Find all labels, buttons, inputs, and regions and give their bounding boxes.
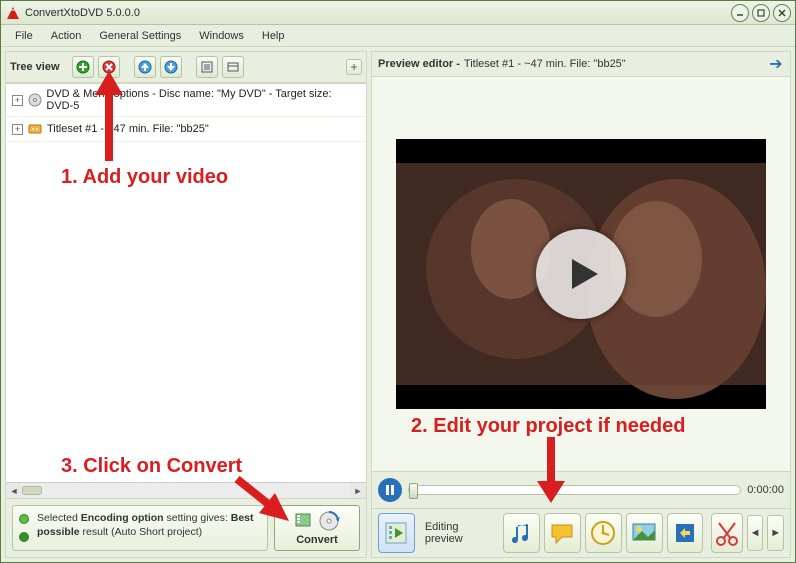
seek-slider[interactable] <box>408 485 741 495</box>
menubar: File Action General Settings Windows Hel… <box>1 25 795 47</box>
tree-view-label: Tree view <box>10 61 60 73</box>
move-up-button[interactable] <box>134 56 156 78</box>
edit-tabs-bar: Editing preview <box>372 508 790 557</box>
preview-area <box>372 77 790 471</box>
expander-icon[interactable]: + <box>12 95 23 106</box>
titlebar: ConvertXtoDVD 5.0.0.0 <box>1 1 795 25</box>
view-details-button[interactable] <box>222 56 244 78</box>
tree-row[interactable]: + DVD & Menu options - Disc name: "My DV… <box>6 84 366 117</box>
playback-controls: 0:00:00 <box>372 471 790 508</box>
add-button[interactable] <box>72 56 94 78</box>
maximize-button[interactable] <box>752 4 770 22</box>
menu-file[interactable]: File <box>7 28 41 44</box>
chapters-tab[interactable] <box>585 513 622 553</box>
image-settings-tab[interactable] <box>626 513 663 553</box>
tree-row-text: Titleset #1 - ~47 min. File: "bb25" <box>47 123 209 135</box>
preview-file-name: Titleset #1 - ~47 min. File: "bb25" <box>464 58 764 70</box>
pause-button[interactable] <box>378 478 402 502</box>
titleset-icon <box>27 121 43 137</box>
cut-tab[interactable] <box>711 513 742 553</box>
tab-scroll-right[interactable]: ► <box>767 515 784 551</box>
status-led-icon <box>19 514 29 524</box>
encoding-status-box: Selected Encoding option setting gives: … <box>12 505 268 551</box>
playback-time: 0:00:00 <box>747 484 784 496</box>
move-down-button[interactable] <box>160 56 182 78</box>
output-tab[interactable] <box>667 513 704 553</box>
seek-handle[interactable] <box>409 483 418 499</box>
horizontal-scrollbar[interactable]: ◄ ► <box>6 482 366 498</box>
left-panel: Tree view <box>5 51 367 558</box>
left-bottom-bar: Selected Encoding option setting gives: … <box>6 498 366 557</box>
close-button[interactable] <box>773 4 791 22</box>
scroll-right-arrow[interactable]: ► <box>350 483 366 498</box>
menu-general-settings[interactable]: General Settings <box>91 28 189 44</box>
tree-row[interactable]: + Titleset #1 - ~47 min. File: "bb25" <box>6 117 366 142</box>
scroll-track[interactable] <box>22 483 350 498</box>
dvd-icon <box>27 92 43 108</box>
app-window: ConvertXtoDVD 5.0.0.0 File Action Genera… <box>0 0 796 563</box>
view-list-button[interactable] <box>196 56 218 78</box>
app-icon <box>5 5 21 21</box>
menu-action[interactable]: Action <box>43 28 90 44</box>
expand-toggle-button[interactable] <box>346 59 362 75</box>
menu-windows[interactable]: Windows <box>191 28 252 44</box>
right-panel: Preview editor - Titleset #1 - ~47 min. … <box>371 51 791 558</box>
play-button[interactable] <box>536 229 626 319</box>
subtitle-tab[interactable] <box>544 513 581 553</box>
left-toolbar: Tree view <box>6 52 366 83</box>
status-led-icon <box>19 532 29 542</box>
expander-icon[interactable]: + <box>12 124 23 135</box>
window-title: ConvertXtoDVD 5.0.0.0 <box>25 7 728 19</box>
tab-scroll-left[interactable]: ◄ <box>747 515 764 551</box>
remove-button[interactable] <box>98 56 120 78</box>
convert-button[interactable]: Convert <box>274 505 360 551</box>
editing-preview-tab[interactable] <box>378 513 415 553</box>
scroll-left-arrow[interactable]: ◄ <box>6 483 22 498</box>
preview-editor-label: Preview editor - <box>378 58 460 70</box>
next-arrow-button[interactable]: ➔ <box>768 56 784 72</box>
status-text: Selected Encoding option setting gives: … <box>37 512 254 538</box>
tree-row-text: DVD & Menu options - Disc name: "My DVD"… <box>46 88 360 112</box>
main-content: Tree view <box>1 47 795 562</box>
scroll-thumb[interactable] <box>22 486 42 495</box>
video-preview[interactable] <box>396 139 766 409</box>
preview-header: Preview editor - Titleset #1 - ~47 min. … <box>372 52 790 77</box>
convert-button-icons <box>294 510 340 532</box>
editing-preview-label: Editing preview <box>425 521 493 545</box>
menu-help[interactable]: Help <box>254 28 293 44</box>
minimize-button[interactable] <box>731 4 749 22</box>
audio-tab[interactable] <box>503 513 540 553</box>
convert-button-label: Convert <box>296 534 338 546</box>
tree-view[interactable]: + DVD & Menu options - Disc name: "My DV… <box>6 83 366 498</box>
